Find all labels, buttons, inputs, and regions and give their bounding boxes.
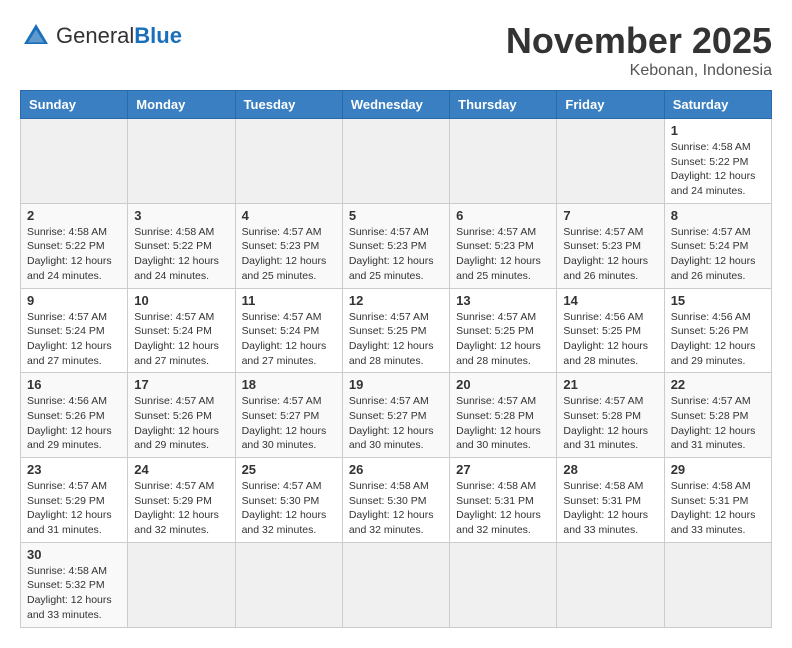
calendar-row-4: 16 Sunrise: 4:56 AMSunset: 5:26 PMDaylig…: [21, 373, 772, 458]
empty-cell: [557, 119, 664, 204]
day-2: 2 Sunrise: 4:58 AMSunset: 5:22 PMDayligh…: [21, 203, 128, 288]
day-30: 30 Sunrise: 4:58 AMSunset: 5:32 PMDaylig…: [21, 542, 128, 627]
day-5: 5 Sunrise: 4:57 AMSunset: 5:23 PMDayligh…: [342, 203, 449, 288]
header-thursday: Thursday: [450, 91, 557, 119]
day-1: 1 Sunrise: 4:58 AM Sunset: 5:22 PM Dayli…: [664, 119, 771, 204]
day-19: 19 Sunrise: 4:57 AMSunset: 5:27 PMDaylig…: [342, 373, 449, 458]
page-header: GeneralBlue November 2025 Kebonan, Indon…: [20, 20, 772, 80]
day-10: 10 Sunrise: 4:57 AMSunset: 5:24 PMDaylig…: [128, 288, 235, 373]
day-28: 28 Sunrise: 4:58 AMSunset: 5:31 PMDaylig…: [557, 458, 664, 543]
empty-cell: [21, 119, 128, 204]
day-22: 22 Sunrise: 4:57 AMSunset: 5:28 PMDaylig…: [664, 373, 771, 458]
empty-cell: [342, 542, 449, 627]
logo: GeneralBlue: [20, 20, 182, 52]
empty-cell: [450, 542, 557, 627]
day-13: 13 Sunrise: 4:57 AMSunset: 5:25 PMDaylig…: [450, 288, 557, 373]
day-16: 16 Sunrise: 4:56 AMSunset: 5:26 PMDaylig…: [21, 373, 128, 458]
calendar-row-6: 30 Sunrise: 4:58 AMSunset: 5:32 PMDaylig…: [21, 542, 772, 627]
day-8: 8 Sunrise: 4:57 AMSunset: 5:24 PMDayligh…: [664, 203, 771, 288]
day-21: 21 Sunrise: 4:57 AMSunset: 5:28 PMDaylig…: [557, 373, 664, 458]
header-saturday: Saturday: [664, 91, 771, 119]
day-27: 27 Sunrise: 4:58 AMSunset: 5:31 PMDaylig…: [450, 458, 557, 543]
title-area: November 2025 Kebonan, Indonesia: [506, 20, 772, 80]
day-11: 11 Sunrise: 4:57 AMSunset: 5:24 PMDaylig…: [235, 288, 342, 373]
header-wednesday: Wednesday: [342, 91, 449, 119]
empty-cell: [128, 119, 235, 204]
day-15: 15 Sunrise: 4:56 AMSunset: 5:26 PMDaylig…: [664, 288, 771, 373]
header-friday: Friday: [557, 91, 664, 119]
empty-cell: [235, 119, 342, 204]
empty-cell: [664, 542, 771, 627]
day-7: 7 Sunrise: 4:57 AMSunset: 5:23 PMDayligh…: [557, 203, 664, 288]
day-9: 9 Sunrise: 4:57 AMSunset: 5:24 PMDayligh…: [21, 288, 128, 373]
weekday-header-row: Sunday Monday Tuesday Wednesday Thursday…: [21, 91, 772, 119]
empty-cell: [450, 119, 557, 204]
day-3: 3 Sunrise: 4:58 AMSunset: 5:22 PMDayligh…: [128, 203, 235, 288]
header-tuesday: Tuesday: [235, 91, 342, 119]
day-12: 12 Sunrise: 4:57 AMSunset: 5:25 PMDaylig…: [342, 288, 449, 373]
empty-cell: [128, 542, 235, 627]
empty-cell: [235, 542, 342, 627]
empty-cell: [557, 542, 664, 627]
day-4: 4 Sunrise: 4:57 AMSunset: 5:23 PMDayligh…: [235, 203, 342, 288]
empty-cell: [342, 119, 449, 204]
day-18: 18 Sunrise: 4:57 AMSunset: 5:27 PMDaylig…: [235, 373, 342, 458]
day-6: 6 Sunrise: 4:57 AMSunset: 5:23 PMDayligh…: [450, 203, 557, 288]
day-26: 26 Sunrise: 4:58 AMSunset: 5:30 PMDaylig…: [342, 458, 449, 543]
logo-text-general: General: [56, 23, 134, 48]
day-14: 14 Sunrise: 4:56 AMSunset: 5:25 PMDaylig…: [557, 288, 664, 373]
logo-text-blue: Blue: [134, 23, 182, 48]
day-25: 25 Sunrise: 4:57 AMSunset: 5:30 PMDaylig…: [235, 458, 342, 543]
month-title: November 2025: [506, 20, 772, 62]
logo-icon: [20, 20, 52, 52]
calendar-row-1: 1 Sunrise: 4:58 AM Sunset: 5:22 PM Dayli…: [21, 119, 772, 204]
location-subtitle: Kebonan, Indonesia: [506, 62, 772, 80]
calendar-row-3: 9 Sunrise: 4:57 AMSunset: 5:24 PMDayligh…: [21, 288, 772, 373]
day-17: 17 Sunrise: 4:57 AMSunset: 5:26 PMDaylig…: [128, 373, 235, 458]
day-20: 20 Sunrise: 4:57 AMSunset: 5:28 PMDaylig…: [450, 373, 557, 458]
calendar-table: Sunday Monday Tuesday Wednesday Thursday…: [20, 90, 772, 628]
day-24: 24 Sunrise: 4:57 AMSunset: 5:29 PMDaylig…: [128, 458, 235, 543]
day-29: 29 Sunrise: 4:58 AMSunset: 5:31 PMDaylig…: [664, 458, 771, 543]
header-monday: Monday: [128, 91, 235, 119]
day-23: 23 Sunrise: 4:57 AMSunset: 5:29 PMDaylig…: [21, 458, 128, 543]
calendar-row-2: 2 Sunrise: 4:58 AMSunset: 5:22 PMDayligh…: [21, 203, 772, 288]
calendar-row-5: 23 Sunrise: 4:57 AMSunset: 5:29 PMDaylig…: [21, 458, 772, 543]
header-sunday: Sunday: [21, 91, 128, 119]
